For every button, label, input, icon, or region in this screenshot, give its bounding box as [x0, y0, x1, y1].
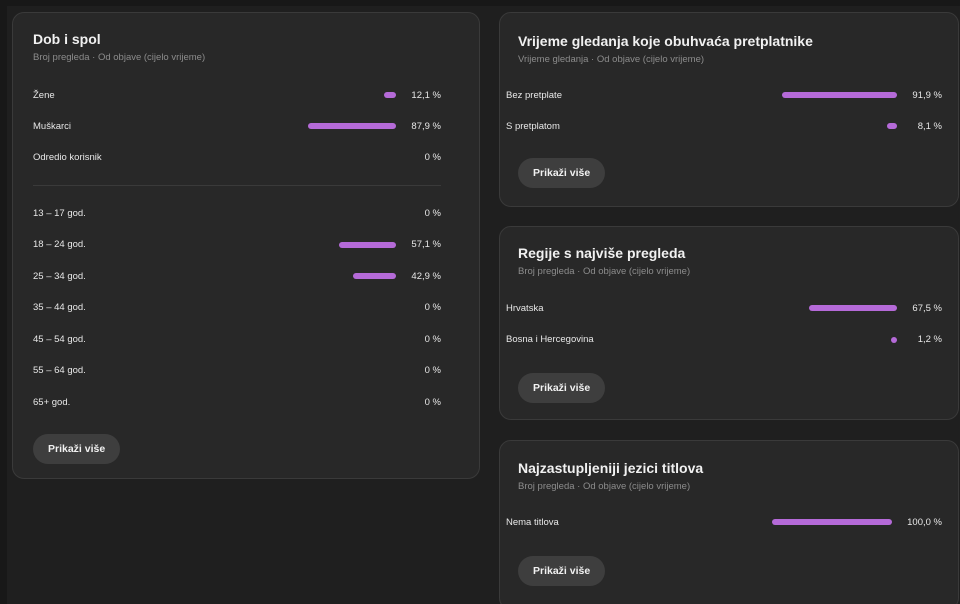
stat-value: 8,1 % — [917, 120, 942, 132]
stat-bar — [353, 273, 396, 279]
stat-row: 25 – 34 god. 42,9 % — [33, 266, 441, 286]
stat-label: 13 – 17 god. — [33, 207, 86, 219]
stat-label: Hrvatska — [506, 302, 544, 314]
stat-row: 55 – 64 god. 0 % — [33, 361, 441, 381]
stat-bar-track — [296, 154, 396, 160]
stat-row: 45 – 54 god. 0 % — [33, 329, 441, 349]
region-rows: Hrvatska 67,5 % Bosna i Hercegovina 1,2 % — [506, 298, 942, 358]
stat-row: Hrvatska 67,5 % — [506, 298, 942, 318]
stat-bar — [891, 336, 897, 343]
stat-bar-track — [772, 123, 897, 129]
stat-value: 1,2 % — [917, 334, 942, 345]
stat-bar-track — [296, 92, 396, 98]
stat-label: 55 – 64 god. — [33, 365, 86, 376]
stat-value: 0 % — [424, 151, 441, 163]
stat-label: 45 – 54 god. — [33, 333, 86, 345]
stat-row: Bez pretplate 91,9 % — [506, 85, 942, 105]
stat-bar — [772, 519, 892, 525]
stat-value: 0 % — [424, 396, 441, 408]
stat-label: 25 – 34 god. — [33, 270, 86, 282]
stat-bar-track — [296, 336, 396, 342]
age-rows: 13 – 17 god. 0 % 18 – 24 god. 57,1 % 25 – 34… — [33, 203, 441, 408]
card-title: Vrijeme gledanja koje obuhvaća pretplatn… — [518, 33, 813, 49]
stat-bar — [886, 123, 897, 129]
top-edge — [0, 0, 960, 6]
stat-row: Nema titlova 100,0 % — [506, 512, 942, 532]
stat-bar-track — [296, 210, 396, 216]
stat-bar-track — [296, 273, 396, 279]
subtitle-language-rows: Nema titlova 100,0 % — [506, 512, 942, 542]
stat-value: 87,9 % — [411, 120, 441, 132]
card-age-gender: Dob i spol Broj pregleda · Od objave (ci… — [12, 12, 480, 479]
card-title: Regije s najviše pregleda — [518, 245, 686, 261]
stat-bar-track — [296, 241, 396, 248]
card-subtitle: Broj pregleda · Od objave (cijelo vrijem… — [518, 266, 691, 277]
stat-value: 91,9 % — [912, 89, 942, 101]
stat-bar-track — [767, 305, 897, 311]
stat-label: Bez pretplate — [506, 89, 562, 101]
stat-row: 13 – 17 god. 0 % — [33, 203, 441, 223]
show-more-button[interactable]: Prikaži više — [518, 556, 606, 586]
card-subtitle: Broj pregleda · Od objave (cijelo vrijem… — [518, 481, 691, 492]
stat-label: S pretplatom — [506, 120, 560, 132]
card-title: Najzastupljeniji jezici titlova — [518, 460, 704, 476]
card-subtitle: Broj pregleda · Od objave (cijelo vrijem… — [33, 52, 206, 63]
card-subtitle-languages: Najzastupljeniji jezici titlova Broj pre… — [499, 440, 959, 604]
stat-bar-track — [767, 336, 897, 343]
stat-bar-track — [772, 92, 897, 98]
show-more-button[interactable]: Prikaži više — [518, 158, 606, 188]
gender-rows: Žene 12,1 % Muškarci 87,9 % Odredio korisnik… — [33, 85, 441, 165]
stat-value: 0 % — [424, 333, 441, 345]
left-edge — [0, 0, 7, 604]
stat-label: 65+ god. — [33, 396, 71, 408]
stat-label: 35 – 44 god. — [33, 302, 86, 313]
stat-row: 65+ god. 0 % — [33, 392, 441, 412]
card-subscribers: Vrijeme gledanja koje obuhvaća pretplatn… — [499, 12, 959, 207]
stat-label: Bosna i Hercegovina — [506, 334, 594, 345]
card-subtitle: Vrijeme gledanja · Od objave (cijelo vri… — [518, 54, 705, 65]
stat-row: Odredio korisnik 0 % — [33, 147, 441, 167]
stat-value: 12,1 % — [411, 89, 441, 101]
stat-label: Odredio korisnik — [33, 151, 102, 163]
analytics-stage: Dob i spol Broj pregleda · Od objave (ci… — [0, 0, 960, 604]
stat-value: 0 % — [424, 302, 441, 313]
stat-bar — [383, 92, 396, 98]
subscriber-rows: Bez pretplate 91,9 % S pretplatom 8,1 % — [506, 85, 942, 145]
stat-value: 67,5 % — [912, 302, 942, 314]
stat-row: Žene 12,1 % — [33, 85, 441, 105]
stat-row: Bosna i Hercegovina 1,2 % — [506, 330, 942, 350]
card-title: Dob i spol — [33, 31, 101, 47]
stat-value: 0 % — [424, 365, 441, 376]
stat-value: 0 % — [424, 207, 441, 219]
stat-label: 18 – 24 god. — [33, 239, 86, 250]
stat-row: 35 – 44 god. 0 % — [33, 298, 441, 318]
stat-value: 57,1 % — [411, 239, 441, 250]
stat-row: Muškarci 87,9 % — [33, 116, 441, 136]
stat-value: 100,0 % — [907, 516, 942, 528]
card-regions: Regije s najviše pregleda Broj pregleda … — [499, 226, 959, 420]
stat-row: 18 – 24 god. 57,1 % — [33, 235, 441, 255]
stat-bar-track — [296, 305, 396, 311]
stat-label: Nema titlova — [506, 516, 559, 528]
stat-bar — [782, 92, 897, 98]
section-divider — [33, 185, 441, 186]
show-more-button[interactable]: Prikaži više — [518, 373, 606, 403]
stat-bar — [809, 305, 897, 311]
show-more-button[interactable]: Prikaži više — [33, 434, 121, 464]
stat-bar-track — [296, 399, 396, 405]
stat-bar-track — [296, 123, 396, 129]
stat-label: Žene — [33, 89, 55, 101]
stat-bar-track — [772, 519, 892, 525]
stat-bar — [338, 241, 396, 248]
stat-bar-track — [296, 368, 396, 374]
stat-label: Muškarci — [33, 120, 72, 132]
stat-row: S pretplatom 8,1 % — [506, 116, 942, 136]
stat-value: 42,9 % — [411, 270, 441, 282]
stat-bar — [308, 123, 396, 129]
